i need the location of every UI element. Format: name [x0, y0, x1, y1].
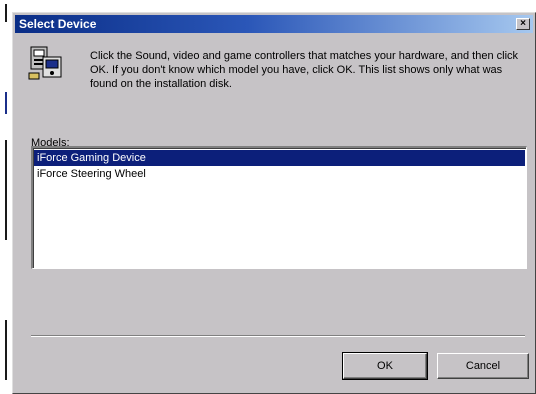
desktop-edge-mark — [5, 92, 7, 114]
desktop-edge-mark — [5, 4, 7, 22]
instructions-text: Click the Sound, video and game controll… — [90, 50, 519, 90]
models-listbox[interactable]: iForce Gaming Device iForce Steering Whe… — [31, 146, 527, 269]
separator — [31, 335, 525, 337]
list-item[interactable]: iForce Gaming Device — [34, 150, 525, 166]
ok-button[interactable]: OK — [342, 352, 428, 380]
cancel-button[interactable]: Cancel — [437, 353, 529, 379]
list-item[interactable]: iForce Steering Wheel — [34, 166, 525, 182]
close-icon: × — [520, 18, 526, 29]
hardware-device-icon — [27, 43, 67, 81]
select-device-dialog: Select Device × Click the Sound, video a… — [12, 12, 536, 394]
desktop-edge — [0, 0, 12, 394]
close-button[interactable]: × — [516, 18, 530, 30]
desktop-edge-mark — [5, 320, 7, 380]
window-title: Select Device — [19, 17, 97, 31]
title-bar[interactable]: Select Device × — [15, 15, 533, 33]
desktop-edge-mark — [5, 140, 7, 240]
